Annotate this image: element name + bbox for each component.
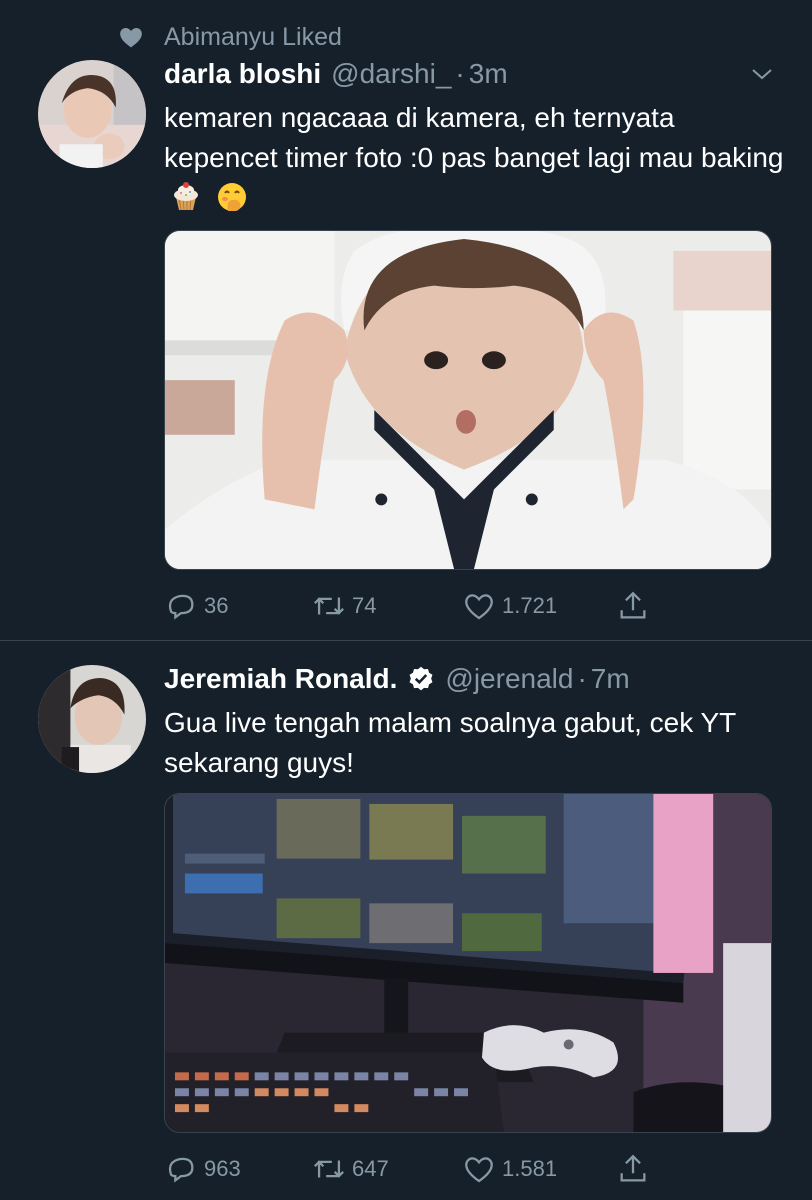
timestamp[interactable]: 3m [469,58,508,90]
tweet-image[interactable] [164,230,772,570]
share-icon [620,591,646,619]
retweet-count: 74 [352,593,377,618]
heart-filled-icon [120,28,142,48]
timestamp[interactable]: 7m [591,663,630,695]
tweet-actions: 963 647 1.581 [164,1149,654,1189]
user-handle[interactable]: @darshi_ [331,58,451,90]
reply-icon [168,594,194,620]
tweet-2[interactable]: Jeremiah Ronald. @jerenald · 7m Gua live… [0,641,812,1200]
verified-badge-icon [409,666,433,691]
tweet-text: Gua live tengah malam soalnya gabut, cek… [164,703,784,783]
tweet-1[interactable]: Abimanyu Liked darla bloshi @darshi_ · 3… [0,0,812,640]
retweet-button[interactable]: 647 [312,1152,389,1186]
hand-over-mouth-emoji-icon [217,183,246,211]
tweet-image[interactable] [164,793,772,1133]
retweet-count: 647 [352,1156,389,1181]
avatar[interactable] [38,60,146,168]
heart-icon [465,594,493,620]
like-count: 1.721 [502,593,558,618]
separator-dot: · [577,663,587,694]
like-count: 1.581 [502,1156,558,1181]
like-button[interactable]: 1.581 [462,1152,557,1186]
social-context: Abimanyu Liked [118,22,342,52]
tweet-text: kemaren ngacaaa di kamera, eh ternyata k… [164,98,784,218]
tweet-header: Jeremiah Ronald. @jerenald · 7m [164,661,630,697]
tweet-text-body: kemaren ngacaaa di kamera, eh ternyata k… [164,102,784,173]
avatar[interactable] [38,665,146,773]
reply-button[interactable]: 36 [164,589,228,623]
share-icon [620,1154,646,1182]
reply-button[interactable]: 963 [164,1152,241,1186]
display-name[interactable]: darla bloshi [164,58,321,90]
share-button[interactable] [616,1152,656,1186]
reply-count: 36 [204,593,229,618]
user-handle[interactable]: @jerenald [445,663,573,695]
tweet-actions: 36 74 1.721 [164,586,654,626]
social-context-label: Abimanyu Liked [164,22,342,51]
display-name[interactable]: Jeremiah Ronald. [164,663,397,695]
retweet-button[interactable]: 74 [312,589,376,623]
tweet-text-body: Gua live tengah malam soalnya gabut, cek… [164,707,736,778]
reply-count: 963 [204,1156,241,1181]
chevron-down-icon[interactable] [750,62,774,86]
tweet-header: darla bloshi @darshi_ · 3m [164,56,508,92]
retweet-icon [314,1160,344,1178]
share-button[interactable] [616,589,656,623]
like-button[interactable]: 1.721 [462,589,557,623]
heart-icon [465,1157,493,1183]
reply-icon [168,1157,194,1183]
cupcake-emoji-icon [174,182,198,211]
separator-dot: · [455,58,465,89]
retweet-icon [314,597,344,615]
